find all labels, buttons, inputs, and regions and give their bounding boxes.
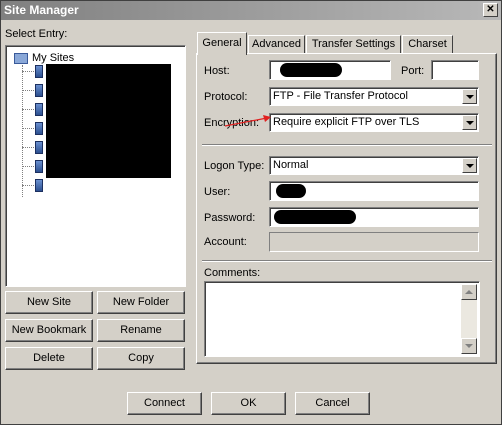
protocol-select[interactable]: FTP - File Transfer Protocol xyxy=(269,87,479,106)
user-label: User: xyxy=(204,186,231,198)
new-folder-button[interactable]: New Folder xyxy=(97,291,185,314)
chevron-down-icon[interactable] xyxy=(462,115,477,130)
redacted-host xyxy=(280,63,342,77)
comments-scrollbar[interactable] xyxy=(461,284,477,354)
close-icon: ✕ xyxy=(486,4,495,15)
server-icon xyxy=(35,84,43,97)
tree-item[interactable] xyxy=(22,84,43,97)
redacted-site-names xyxy=(46,64,171,178)
tree-item[interactable] xyxy=(22,141,43,154)
delete-button[interactable]: Delete xyxy=(5,347,93,370)
server-icon xyxy=(35,141,43,154)
redacted-user xyxy=(276,184,306,198)
comments-textarea[interactable] xyxy=(204,281,480,357)
account-input xyxy=(269,232,479,252)
tab-charset[interactable]: Charset xyxy=(402,35,453,54)
ok-button[interactable]: OK xyxy=(211,392,286,415)
logon-type-value: Normal xyxy=(273,159,309,171)
server-icon xyxy=(35,65,43,78)
new-bookmark-button[interactable]: New Bookmark xyxy=(5,319,93,342)
encryption-select[interactable]: Require explicit FTP over TLS xyxy=(269,113,479,132)
port-input[interactable] xyxy=(431,60,479,80)
new-site-button[interactable]: New Site xyxy=(5,291,93,314)
host-label: Host: xyxy=(204,65,230,77)
tab-transfer-settings[interactable]: Transfer Settings xyxy=(306,35,401,54)
encryption-value: Require explicit FTP over TLS xyxy=(273,116,420,128)
logon-type-select[interactable]: Normal xyxy=(269,156,479,175)
title-bar[interactable]: Site Manager ✕ xyxy=(1,1,501,20)
tree-root-label: My Sites xyxy=(32,52,75,64)
tree-item[interactable] xyxy=(22,160,43,173)
protocol-value: FTP - File Transfer Protocol xyxy=(273,90,408,102)
connect-button[interactable]: Connect xyxy=(127,392,202,415)
password-input[interactable] xyxy=(269,207,479,227)
separator xyxy=(202,144,492,146)
tree-item[interactable] xyxy=(22,103,43,116)
host-input[interactable] xyxy=(269,60,391,80)
server-icon xyxy=(35,160,43,173)
server-icon xyxy=(35,122,43,135)
tab-advanced[interactable]: Advanced xyxy=(248,35,305,54)
logon-type-label: Logon Type: xyxy=(204,160,265,172)
redacted-password xyxy=(274,210,356,224)
tree-item[interactable] xyxy=(22,65,43,78)
server-icon xyxy=(35,103,43,116)
select-entry-label: Select Entry: xyxy=(5,28,68,40)
copy-button[interactable]: Copy xyxy=(97,347,185,370)
tree-item[interactable] xyxy=(22,122,43,135)
cancel-button[interactable]: Cancel xyxy=(295,392,370,415)
separator xyxy=(202,260,492,262)
folder-icon xyxy=(14,52,28,64)
port-label: Port: xyxy=(401,65,425,77)
scroll-down-icon[interactable] xyxy=(461,338,477,354)
protocol-label: Protocol: xyxy=(204,91,248,103)
comments-label: Comments: xyxy=(204,267,261,279)
tab-general[interactable]: General xyxy=(197,32,247,55)
chevron-down-icon[interactable] xyxy=(462,158,477,173)
server-icon xyxy=(35,179,43,192)
window-title: Site Manager xyxy=(4,3,79,17)
site-tree[interactable]: My Sites xyxy=(5,45,186,287)
account-label: Account: xyxy=(204,236,247,248)
user-input[interactable] xyxy=(269,181,479,201)
chevron-down-icon[interactable] xyxy=(462,89,477,104)
close-button[interactable]: ✕ xyxy=(483,3,498,17)
password-label: Password: xyxy=(204,212,256,224)
scroll-up-icon[interactable] xyxy=(461,284,477,300)
rename-button[interactable]: Rename xyxy=(97,319,185,342)
tree-item[interactable] xyxy=(22,179,43,192)
red-annotation-arrow-icon xyxy=(224,115,271,127)
site-manager-window: Site Manager ✕ Select Entry: My Sites Ne… xyxy=(0,0,502,425)
